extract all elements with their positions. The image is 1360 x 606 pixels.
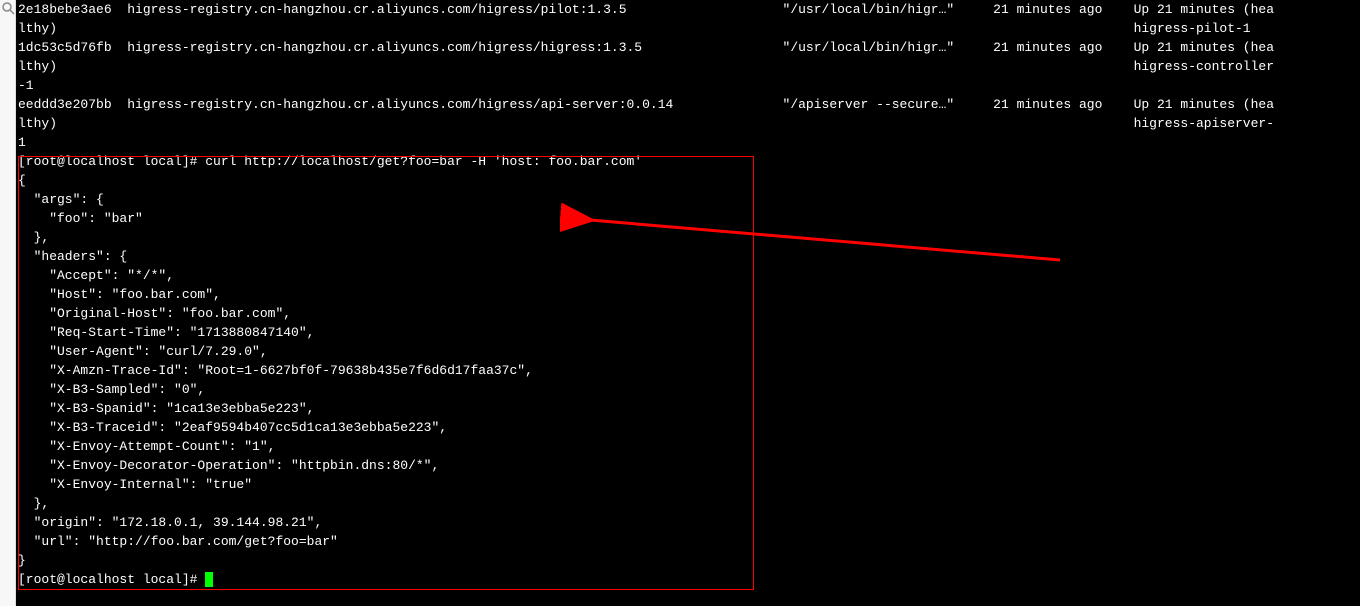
terminal-cursor — [205, 572, 213, 587]
search-icon[interactable] — [1, 1, 15, 15]
editor-gutter — [0, 0, 16, 606]
terminal-output[interactable]: 2e18bebe3ae6 higress-registry.cn-hangzho… — [16, 0, 1360, 606]
shell-prompt: [root@localhost local]# — [18, 572, 205, 587]
